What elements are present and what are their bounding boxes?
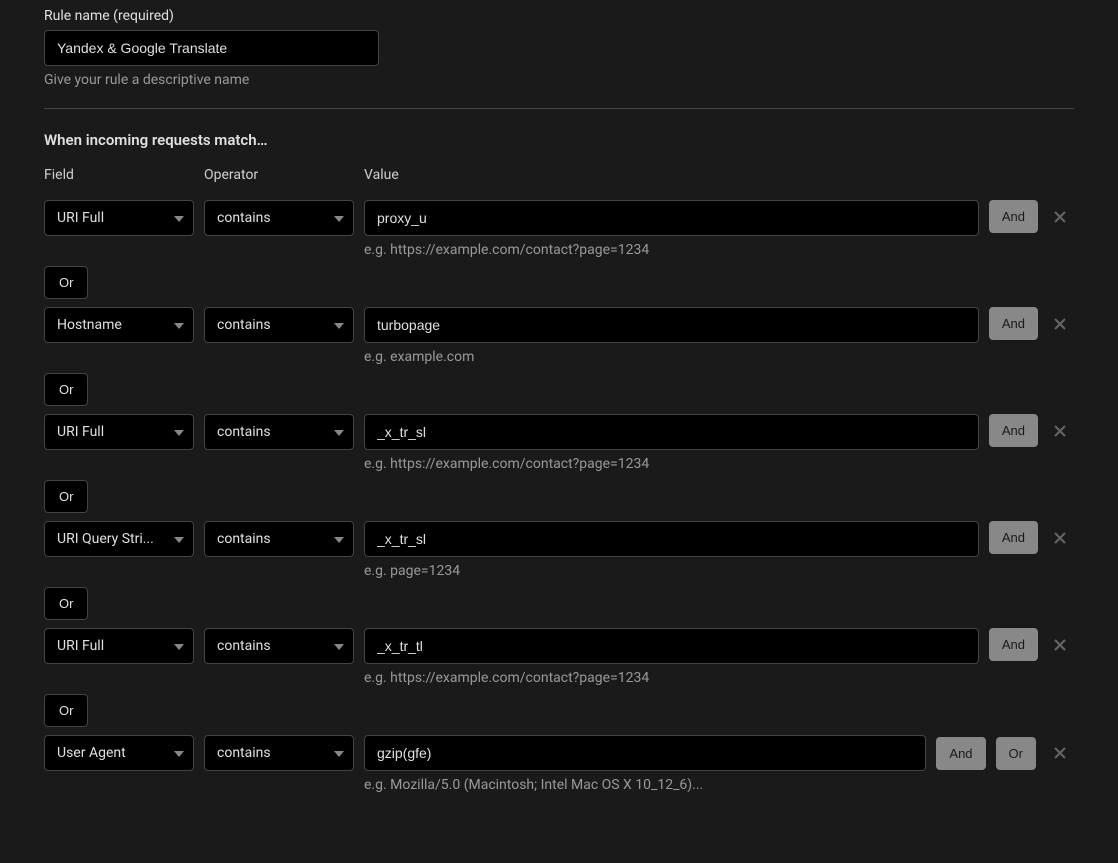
value-hint: e.g. page=1234 — [364, 563, 979, 579]
remove-rule-button[interactable] — [1046, 310, 1074, 338]
connector-or-button[interactable]: Or — [44, 587, 88, 620]
operator-select[interactable]: contains — [204, 414, 354, 450]
or-button[interactable]: Or — [996, 737, 1036, 770]
value-input[interactable] — [364, 735, 926, 771]
operator-header: Operator — [204, 167, 354, 183]
value-hint: e.g. https://example.com/contact?page=12… — [364, 242, 979, 258]
value-hint: e.g. https://example.com/contact?page=12… — [364, 670, 979, 686]
section-divider — [44, 108, 1074, 109]
and-button[interactable]: And — [989, 628, 1038, 661]
field-header: Field — [44, 167, 194, 183]
operator-select[interactable]: contains — [204, 307, 354, 343]
connector-or-button[interactable]: Or — [44, 480, 88, 513]
value-header: Value — [364, 167, 979, 183]
close-icon — [1052, 316, 1068, 332]
value-input[interactable] — [364, 628, 979, 664]
operator-select[interactable]: contains — [204, 200, 354, 236]
connector-or-button[interactable]: Or — [44, 694, 88, 727]
connector-or-button[interactable]: Or — [44, 373, 88, 406]
connector-or-button[interactable]: Or — [44, 266, 88, 299]
close-icon — [1052, 637, 1068, 653]
rule-name-helper: Give your rule a descriptive name — [44, 72, 1074, 88]
close-icon — [1052, 209, 1068, 225]
and-button[interactable]: And — [989, 521, 1038, 554]
remove-rule-button[interactable] — [1046, 417, 1074, 445]
rule-name-input[interactable] — [44, 30, 379, 66]
and-button[interactable]: And — [989, 414, 1038, 447]
value-hint: e.g. https://example.com/contact?page=12… — [364, 456, 979, 472]
and-button[interactable]: And — [989, 200, 1038, 233]
close-icon — [1052, 745, 1068, 761]
field-select[interactable]: URI Full — [44, 200, 194, 236]
value-hint: e.g. example.com — [364, 349, 979, 365]
operator-select[interactable]: contains — [204, 735, 354, 771]
remove-rule-button[interactable] — [1046, 524, 1074, 552]
close-icon — [1052, 423, 1068, 439]
field-select[interactable]: User Agent — [44, 735, 194, 771]
value-input[interactable] — [364, 307, 979, 343]
and-button[interactable]: And — [936, 737, 985, 770]
value-input[interactable] — [364, 200, 979, 236]
remove-rule-button[interactable] — [1046, 739, 1074, 767]
and-button[interactable]: And — [989, 307, 1038, 340]
value-input[interactable] — [364, 414, 979, 450]
field-select[interactable]: URI Full — [44, 628, 194, 664]
field-select[interactable]: URI Query Stri... — [44, 521, 194, 557]
value-input[interactable] — [364, 521, 979, 557]
field-select[interactable]: Hostname — [44, 307, 194, 343]
operator-select[interactable]: contains — [204, 521, 354, 557]
operator-select[interactable]: contains — [204, 628, 354, 664]
rule-name-label: Rule name (required) — [44, 8, 1074, 24]
value-hint: e.g. Mozilla/5.0 (Macintosh; Intel Mac O… — [364, 777, 1074, 793]
match-section-header: When incoming requests match… — [44, 131, 1074, 149]
remove-rule-button[interactable] — [1046, 203, 1074, 231]
remove-rule-button[interactable] — [1046, 631, 1074, 659]
field-select[interactable]: URI Full — [44, 414, 194, 450]
close-icon — [1052, 530, 1068, 546]
